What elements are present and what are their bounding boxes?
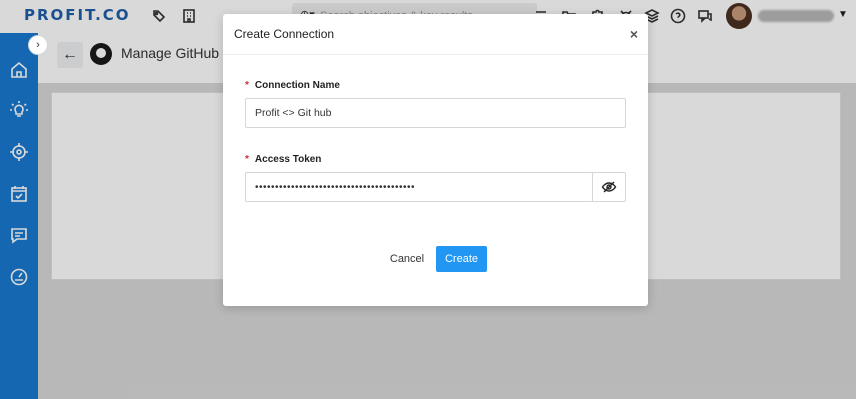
required-asterisk: * [245,154,249,165]
close-icon[interactable]: × [630,26,638,42]
connection-name-label-text: Connection Name [254,80,340,91]
create-connection-dialog: Create Connection × * Connection Name Pro… [223,14,648,306]
required-asterisk: * [245,80,249,91]
connection-name-input[interactable]: Profit <> Git hub [245,98,626,128]
toggle-visibility-button[interactable] [592,172,626,202]
dialog-header: Create Connection × [223,14,648,55]
dialog-title: Create Connection [234,27,335,41]
chevron-right-icon[interactable]: › [28,35,48,55]
connection-name-label: * Connection Name [245,80,340,91]
access-token-input[interactable]: •••••••••••••••••••••••••••••••••••••••• [245,172,593,202]
cancel-button[interactable]: Cancel [385,248,429,270]
eye-off-icon [601,181,617,193]
access-token-label-text: Access Token [254,154,322,165]
create-button[interactable]: Create [436,246,487,272]
access-token-label: * Access Token [245,154,321,165]
